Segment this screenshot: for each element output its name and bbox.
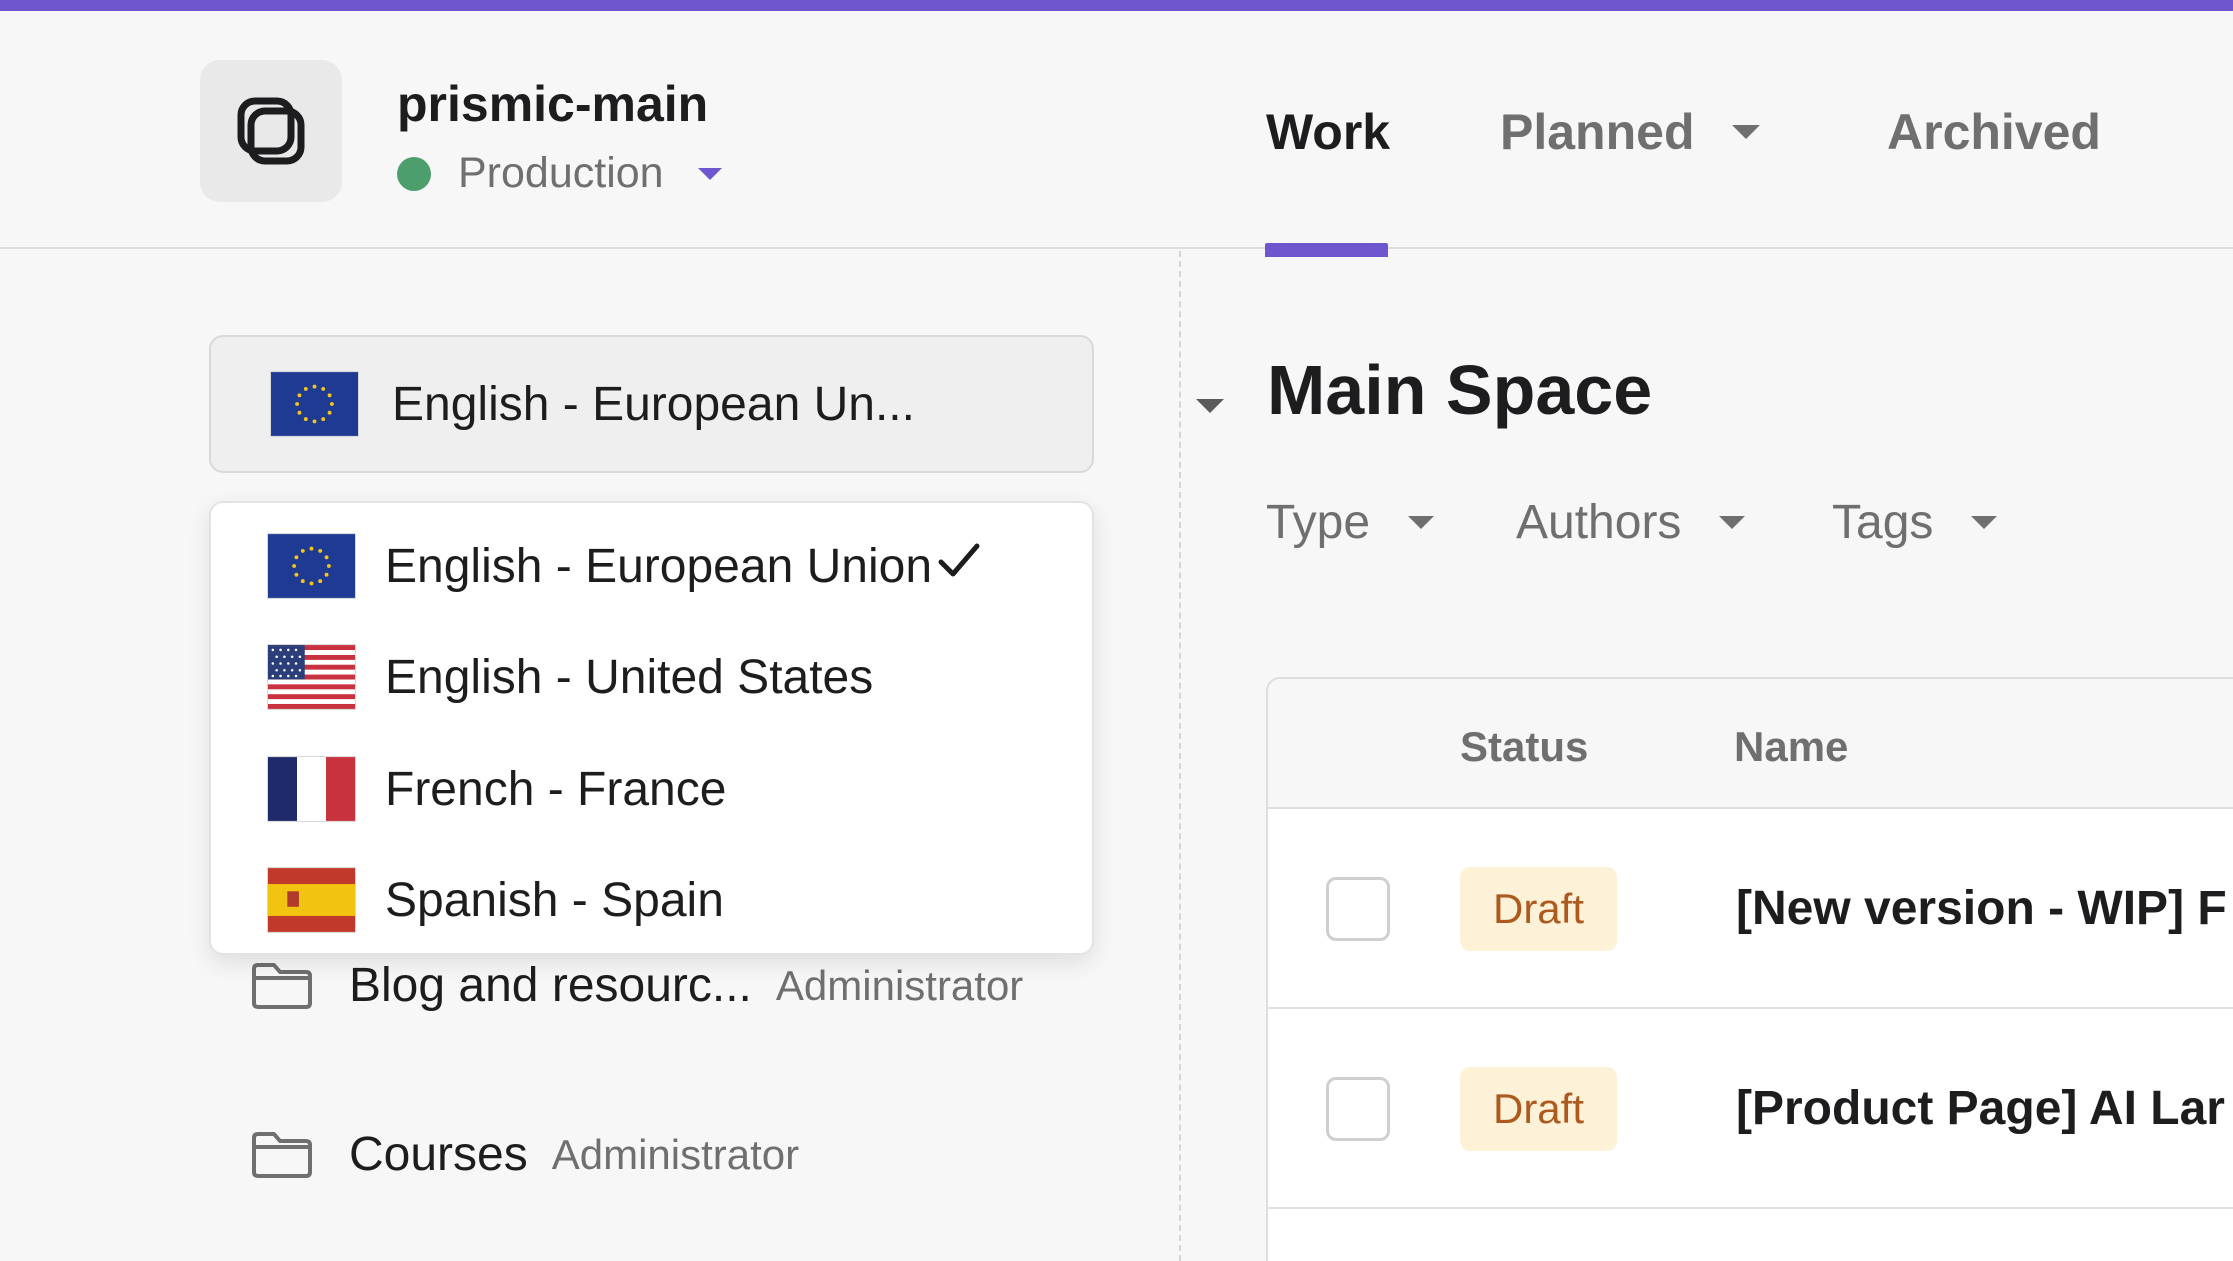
check-icon (933, 536, 983, 586)
repository-logo[interactable] (200, 60, 342, 202)
table-header: Status Name (1268, 679, 2233, 809)
app-window: prismic-main Production Work Planned Arc… (0, 0, 2233, 1261)
filter-type[interactable]: Type (1266, 495, 1434, 550)
chevron-down-icon (1719, 516, 1745, 529)
fr-flag-icon (267, 756, 356, 822)
folder-name: Blog and resourc... (349, 958, 752, 1013)
filter-label: Type (1266, 495, 1370, 550)
prismic-logo-icon (231, 91, 311, 171)
status-badge: Draft (1460, 867, 1617, 951)
locale-option-label: English - European Union (385, 539, 932, 594)
header: prismic-main Production Work Planned Arc… (0, 11, 2233, 249)
us-flag-icon (267, 644, 356, 710)
filter-authors[interactable]: Authors (1516, 495, 1745, 550)
eu-flag-icon (267, 533, 356, 599)
row-checkbox[interactable] (1326, 877, 1390, 941)
locale-select[interactable]: English - European Un... (209, 335, 1094, 473)
documents-table: Status Name Draft [New version - WIP] F … (1266, 677, 2233, 1261)
locale-option-label: English - United States (385, 650, 873, 705)
locale-option-fr-fr[interactable]: French - France (267, 744, 1067, 834)
document-name[interactable]: [Product Page] AI Lar (1736, 1081, 2225, 1136)
environment-selector[interactable]: Production (397, 149, 722, 198)
locale-select-label: English - European Un... (392, 377, 915, 432)
environment-label: Production (458, 149, 664, 198)
folder-icon (250, 1130, 314, 1180)
chevron-down-icon (1408, 516, 1434, 529)
folder-icon (250, 961, 314, 1011)
column-header-name[interactable]: Name (1734, 723, 1848, 771)
filter-tags[interactable]: Tags (1832, 495, 1997, 550)
locale-option-en-us[interactable]: English - United States (267, 632, 1067, 722)
folder-item[interactable]: Blog and resourc... Administrator (250, 958, 1023, 1013)
tab-archived-label: Archived (1887, 103, 2101, 161)
table-row[interactable]: Draft [Product Page] AI Lar (1268, 1009, 2233, 1209)
tab-planned-label: Planned (1500, 103, 1694, 161)
filter-label: Tags (1832, 495, 1933, 550)
table-row[interactable]: Draft [New version - WIP] F (1268, 809, 2233, 1009)
filter-label: Authors (1516, 495, 1681, 550)
es-flag-icon (267, 867, 356, 933)
folder-item[interactable]: Courses Administrator (250, 1127, 799, 1182)
sidebar-divider (1179, 251, 1181, 1261)
tab-work-label: Work (1266, 103, 1390, 161)
folder-name: Courses (349, 1127, 528, 1182)
folder-role: Administrator (776, 962, 1023, 1010)
document-name[interactable]: [New version - WIP] F (1736, 881, 2227, 936)
tab-planned[interactable]: Planned (1500, 103, 1760, 161)
column-header-status[interactable]: Status (1460, 723, 1588, 771)
eu-flag-icon (270, 371, 359, 437)
locale-option-label: French - France (385, 762, 726, 817)
tab-work[interactable]: Work (1266, 103, 1390, 161)
green-dot-icon (397, 157, 431, 191)
row-checkbox[interactable] (1326, 1077, 1390, 1141)
page-title: Main Space (1267, 350, 1652, 430)
active-tab-indicator (1265, 243, 1388, 257)
chevron-down-icon (1196, 399, 1224, 413)
status-badge: Draft (1460, 1067, 1617, 1151)
chevron-down-icon (1732, 125, 1760, 139)
repository-name: prismic-main (397, 75, 708, 133)
chevron-down-icon (1971, 516, 1997, 529)
tab-archived[interactable]: Archived (1887, 103, 2101, 161)
folder-role: Administrator (552, 1131, 799, 1179)
top-accent-bar (0, 0, 2233, 11)
chevron-down-icon (698, 168, 722, 180)
locale-option-es-es[interactable]: Spanish - Spain (267, 855, 1067, 945)
locale-option-label: Spanish - Spain (385, 873, 724, 928)
